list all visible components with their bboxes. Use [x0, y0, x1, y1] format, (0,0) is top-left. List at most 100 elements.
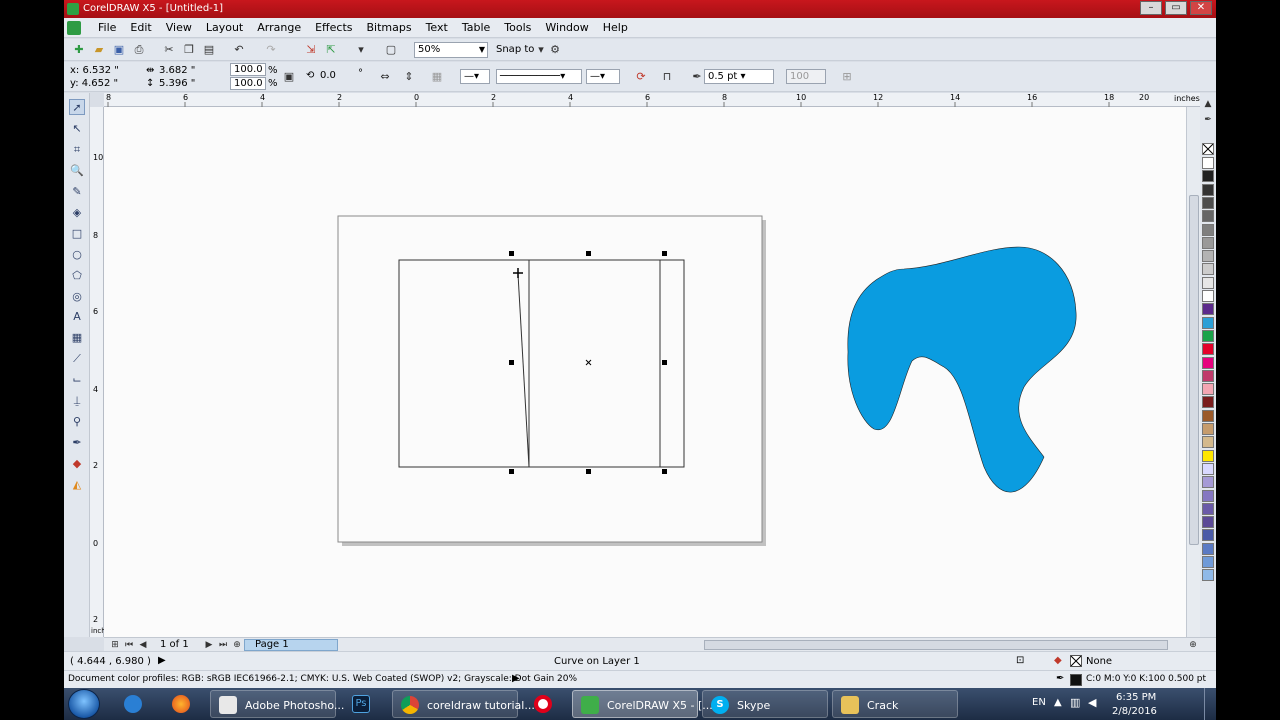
print-icon[interactable]: ⎙: [132, 43, 146, 57]
taskbar-crack-folder[interactable]: Crack: [832, 690, 958, 718]
color-swatch[interactable]: [1202, 210, 1214, 223]
menu-file[interactable]: File: [91, 21, 123, 34]
palette-scroll-up-icon[interactable]: ▲: [1201, 97, 1215, 111]
taskbar-internet-explorer[interactable]: [116, 690, 154, 718]
taskbar-skype[interactable]: S Skype: [702, 690, 828, 718]
save-icon[interactable]: ▣: [112, 43, 126, 57]
color-swatch[interactable]: [1202, 356, 1214, 369]
full-screen-preview-icon[interactable]: ▢: [384, 43, 398, 57]
no-color-swatch[interactable]: [1202, 143, 1214, 155]
clock-date[interactable]: 2/8/2016: [1112, 706, 1157, 717]
color-swatch[interactable]: [1202, 157, 1214, 169]
color-swatch[interactable]: [1202, 396, 1214, 409]
new-document-icon[interactable]: ✚: [72, 43, 86, 57]
outline-width-select[interactable]: 0.5 pt ▾: [704, 69, 774, 84]
dimension-tool-icon[interactable]: ⟋: [69, 351, 85, 367]
color-swatch[interactable]: [1202, 516, 1214, 529]
curve-smoothness-field[interactable]: 100: [786, 69, 826, 84]
wrap-text-icon[interactable]: ⊞: [840, 70, 854, 84]
fill-none-swatch[interactable]: [1070, 655, 1082, 667]
pick-tool-icon[interactable]: ➚: [69, 99, 85, 115]
fill-tool-icon[interactable]: ◆: [69, 456, 85, 472]
add-page-icon[interactable]: ⊕: [230, 638, 244, 652]
snap-dropdown-icon[interactable]: ▾: [534, 43, 548, 57]
taskbar-opera[interactable]: [526, 690, 564, 718]
menu-tools[interactable]: Tools: [497, 21, 538, 34]
outline-style-select[interactable]: ──────────▾: [496, 69, 582, 84]
cut-icon[interactable]: ✂: [162, 43, 176, 57]
color-swatch[interactable]: [1202, 290, 1214, 302]
close-curve-icon[interactable]: ⊓: [660, 70, 674, 84]
menu-window[interactable]: Window: [538, 21, 595, 34]
color-swatch[interactable]: [1202, 170, 1214, 183]
color-swatch[interactable]: [1202, 569, 1214, 582]
blend-tool-icon[interactable]: ⍊: [69, 393, 85, 409]
start-button[interactable]: [68, 689, 100, 719]
show-hidden-icons-icon[interactable]: ▲: [1054, 697, 1062, 708]
interactive-fill-tool-icon[interactable]: ◭: [69, 477, 85, 493]
color-swatch[interactable]: [1202, 183, 1214, 196]
color-swatch[interactable]: [1202, 409, 1214, 422]
page-tab[interactable]: Page 1: [244, 639, 338, 651]
color-swatch[interactable]: [1202, 476, 1214, 489]
menu-arrange[interactable]: Arrange: [250, 21, 308, 34]
clock-time[interactable]: 6:35 PM: [1116, 692, 1156, 703]
ellipse-tool-icon[interactable]: ○: [69, 247, 85, 263]
horizontal-scrollbar[interactable]: [704, 640, 1168, 650]
freehand-tool-icon[interactable]: ✎: [69, 184, 85, 200]
first-page-icon[interactable]: ⏮: [122, 638, 136, 652]
color-swatch[interactable]: [1202, 449, 1214, 462]
start-arrowhead-select[interactable]: —▾: [460, 69, 490, 84]
rectangle-tool-icon[interactable]: □: [69, 226, 85, 242]
expand-status-icon[interactable]: ▶: [158, 655, 166, 666]
color-swatch[interactable]: [1202, 369, 1214, 382]
zoom-tool-icon[interactable]: 🔍: [69, 163, 85, 179]
menu-text[interactable]: Text: [419, 21, 455, 34]
insert-page-icon[interactable]: ⊞: [108, 638, 122, 652]
color-swatch[interactable]: [1202, 236, 1214, 249]
scale-x-field[interactable]: 100.0: [230, 63, 266, 76]
taskbar-coreldraw[interactable]: CorelDRAW X5 - [...: [572, 690, 713, 718]
expand-profiles-icon[interactable]: ▶: [512, 673, 520, 684]
color-swatch[interactable]: [1202, 276, 1214, 289]
app-menu-icon[interactable]: [67, 21, 81, 35]
menu-help[interactable]: Help: [596, 21, 635, 34]
menu-effects[interactable]: Effects: [308, 21, 359, 34]
previous-page-icon[interactable]: ◀: [136, 638, 150, 652]
color-swatch[interactable]: [1202, 502, 1214, 515]
smart-fill-tool-icon[interactable]: ◈: [69, 205, 85, 221]
basic-shapes-tool-icon[interactable]: ◎: [69, 289, 85, 305]
volume-icon[interactable]: ◀: [1088, 696, 1096, 709]
color-swatch[interactable]: [1202, 303, 1214, 316]
shape-tool-icon[interactable]: ↖: [69, 121, 85, 137]
taskbar-firefox[interactable]: [164, 690, 202, 718]
network-icon[interactable]: ▥: [1070, 696, 1080, 709]
crop-tool-icon[interactable]: ⌗: [69, 142, 85, 158]
color-swatch[interactable]: [1202, 263, 1214, 276]
x-position-field[interactable]: x: 6.532 ": [70, 65, 119, 76]
color-swatch[interactable]: [1202, 529, 1214, 542]
menu-table[interactable]: Table: [455, 21, 497, 34]
scale-y-field[interactable]: 100.0: [230, 77, 266, 90]
color-swatch[interactable]: [1202, 462, 1214, 475]
reverse-direction-icon[interactable]: ⟳: [634, 70, 648, 84]
text-tool-icon[interactable]: A: [69, 309, 85, 325]
copy-icon[interactable]: ❐: [182, 43, 196, 57]
zoom-level-select[interactable]: 50% ▼: [414, 42, 488, 58]
eyedropper-tool-icon[interactable]: ⚲: [69, 414, 85, 430]
menu-bitmaps[interactable]: Bitmaps: [359, 21, 418, 34]
taskbar-chrome[interactable]: coreldraw tutorial...: [392, 690, 535, 718]
show-desktop-button[interactable]: [1204, 688, 1216, 720]
color-swatch[interactable]: [1202, 329, 1214, 342]
color-swatch[interactable]: [1202, 196, 1214, 209]
outline-color-swatch[interactable]: [1070, 674, 1082, 686]
table-tool-icon[interactable]: ▦: [69, 330, 85, 346]
close-button[interactable]: ✕: [1190, 1, 1212, 15]
vertical-scrollbar-thumb[interactable]: [1189, 195, 1199, 545]
undo-icon[interactable]: ↶: [232, 43, 246, 57]
color-swatch[interactable]: [1202, 436, 1214, 449]
color-swatch[interactable]: [1202, 250, 1214, 263]
quick-customize-icon[interactable]: ⊡: [1016, 655, 1024, 666]
y-position-field[interactable]: y: 4.652 ": [70, 78, 118, 89]
minimize-button[interactable]: –: [1140, 1, 1162, 15]
